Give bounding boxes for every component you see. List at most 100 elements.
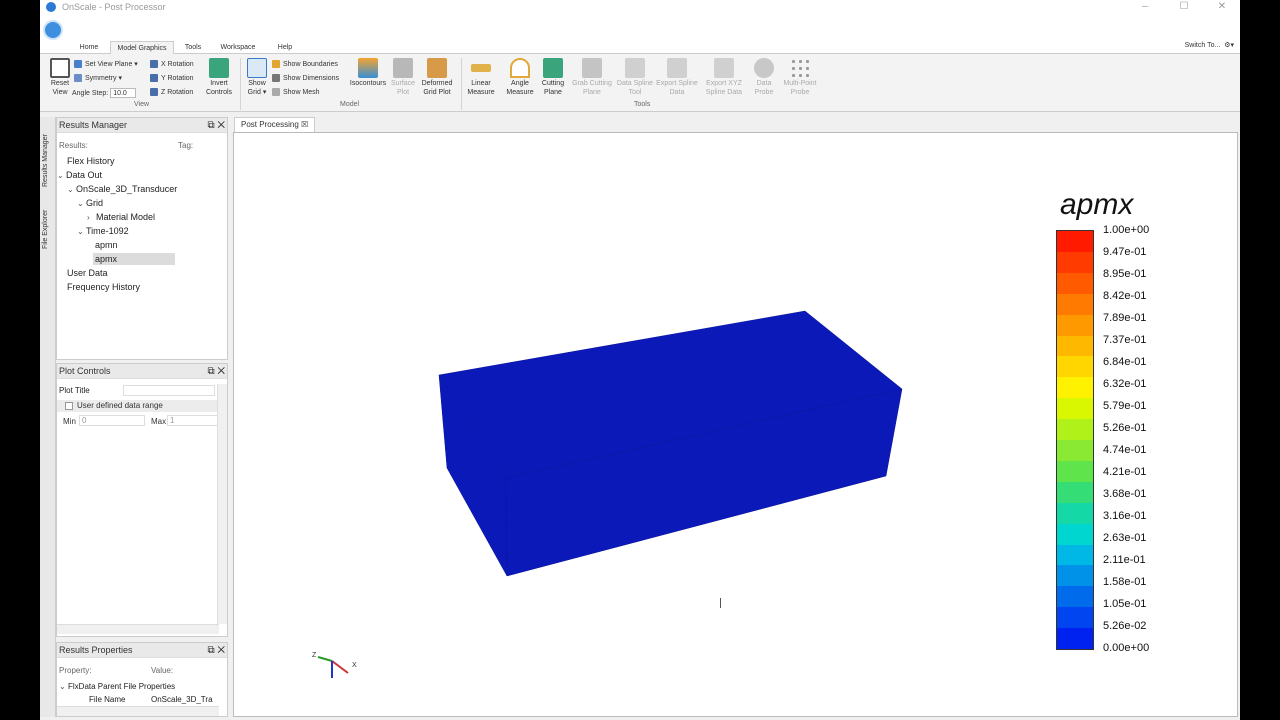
properties-h-scrollbar[interactable]	[57, 706, 219, 716]
symmetry-button[interactable]: Symmetry ▾	[74, 74, 122, 82]
side-tab-results-manager[interactable]: Results Manager	[42, 134, 49, 187]
user-range-checkbox[interactable]	[65, 402, 73, 410]
chevron-down-icon[interactable]: ⌄	[67, 184, 76, 196]
settings-gear-icon[interactable]: ⚙▾	[1222, 42, 1234, 49]
isocontours-icon	[358, 58, 378, 78]
legend-color-bar	[1056, 230, 1094, 650]
isocontours-button[interactable]: Isocontours	[348, 58, 388, 88]
z-rotation-button[interactable]: Z Rotation	[150, 88, 193, 96]
onscale-logo-icon	[46, 2, 56, 12]
panel-close-icon[interactable]: ✕	[217, 120, 225, 131]
surface-plot-label: Surface Plot	[390, 80, 416, 96]
switch-to-label: Switch To...	[1184, 42, 1221, 49]
plot-title-input[interactable]	[123, 385, 215, 396]
float-icon[interactable]: ⧉	[207, 366, 214, 377]
tab-close-icon[interactable]: ☒	[301, 120, 308, 129]
switch-to-menu[interactable]: Switch To... ⚙▾	[1185, 41, 1234, 49]
z-rotation-icon	[150, 88, 158, 96]
close-button[interactable]: ✕	[1204, 0, 1240, 14]
x-rotation-button[interactable]: X Rotation	[150, 60, 194, 68]
linear-measure-button[interactable]: Linear Measure	[464, 58, 498, 97]
deformed-grid-plot-button[interactable]: Deformed Grid Plot	[418, 58, 456, 97]
plot-controls-h-scrollbar[interactable]	[57, 624, 219, 634]
panel-close-icon[interactable]: ✕	[217, 645, 225, 656]
float-icon[interactable]: ⧉	[207, 645, 214, 656]
tree-item-model[interactable]: ⌄ OnScale_3D_Transducer	[67, 183, 177, 195]
tab-workspace[interactable]: Workspace	[216, 41, 260, 54]
tree-label: OnScale_3D_Transducer	[76, 184, 178, 194]
grab-cutting-plane-icon	[582, 58, 602, 78]
z-rotation-label: Z Rotation	[161, 88, 194, 96]
boundaries-icon	[272, 60, 280, 68]
tree-label: Time-1092	[86, 226, 129, 236]
legend-tick-label: 5.79e-01	[1103, 400, 1147, 412]
tree-item-time[interactable]: ⌄ Time-1092	[77, 225, 129, 237]
column-value: Value:	[151, 666, 174, 675]
export-xyz-spline-data-button[interactable]: Export XYZ Spline Data	[702, 58, 746, 97]
window-title: OnScale - Post Processor	[62, 2, 166, 12]
ribbon-separator	[461, 58, 462, 110]
angle-measure-button[interactable]: Angle Measure	[503, 58, 537, 97]
chevron-down-icon[interactable]: ⌄	[77, 226, 86, 238]
tree-item-material-model[interactable]: › Material Model	[87, 211, 155, 223]
data-probe-button[interactable]: Data Probe	[749, 58, 779, 97]
mouse-cursor	[720, 598, 726, 608]
data-spline-tool-label: Data Spline Tool	[616, 80, 654, 96]
tab-home[interactable]: Home	[74, 41, 104, 54]
tree-item-flex-history[interactable]: Flex History	[67, 155, 115, 167]
side-tab-file-explorer[interactable]: File Explorer	[42, 210, 49, 249]
panel-close-icon[interactable]: ✕	[217, 366, 225, 377]
symmetry-label: Symmetry ▾	[85, 75, 122, 82]
data-spline-tool-button[interactable]: Data Spline Tool	[616, 58, 654, 97]
show-mesh-button[interactable]: Show Mesh	[272, 88, 320, 96]
tree-item-frequency-history[interactable]: Frequency History	[67, 281, 140, 293]
legend-color-segment	[1057, 502, 1093, 525]
minimize-button[interactable]: –	[1127, 0, 1163, 14]
set-view-plane-button[interactable]: Set View Plane ▾	[74, 60, 138, 68]
tree-item-grid[interactable]: ⌄ Grid	[77, 197, 103, 209]
tab-post-processing[interactable]: Post Processing ☒	[234, 117, 316, 132]
tab-tools[interactable]: Tools	[180, 41, 206, 54]
chevron-down-icon[interactable]: ⌄	[59, 681, 68, 693]
legend-color-segment	[1057, 272, 1093, 295]
chevron-right-icon[interactable]: ›	[87, 212, 96, 224]
show-grid-button[interactable]: Show Grid ▾	[244, 58, 270, 97]
tree-item-user-data[interactable]: User Data	[67, 267, 108, 279]
grab-cutting-plane-button[interactable]: Grab Cutting Plane	[570, 58, 614, 97]
axis-label-z: Z	[312, 652, 317, 659]
reset-view-button[interactable]: Reset View	[45, 58, 75, 97]
maximize-button[interactable]: ☐	[1166, 0, 1202, 14]
cutting-plane-button[interactable]: Cutting Plane	[538, 58, 568, 97]
chevron-down-icon[interactable]: ⌄	[57, 170, 66, 182]
float-icon[interactable]: ⧉	[207, 120, 214, 131]
surface-plot-button[interactable]: Surface Plot	[389, 58, 417, 97]
tree-item-data-out[interactable]: ⌄ Data Out	[57, 169, 102, 181]
chevron-down-icon[interactable]: ⌄	[77, 198, 86, 210]
tree-item-apmn[interactable]: apmn	[95, 239, 118, 251]
y-rotation-button[interactable]: Y Rotation	[150, 74, 194, 82]
property-group[interactable]: ⌄ FlxData Parent File Properties	[59, 681, 175, 693]
min-input[interactable]: 0	[79, 415, 145, 426]
y-rotation-icon	[150, 74, 158, 82]
ruler-icon	[471, 64, 491, 72]
ribbon-separator	[240, 58, 241, 110]
multi-point-probe-button[interactable]: Multi-Point Probe	[780, 58, 820, 97]
plot-controls-scrollbar[interactable]	[217, 384, 227, 624]
legend-tick-label: 3.68e-01	[1103, 488, 1147, 500]
tab-help[interactable]: Help	[272, 41, 298, 54]
export-spline-data-button[interactable]: Export Spline Data	[655, 58, 699, 97]
tree-label: Grid	[86, 198, 104, 208]
show-dimensions-button[interactable]: Show Dimensions	[272, 74, 339, 82]
column-tag: Tag:	[178, 141, 194, 150]
show-boundaries-button[interactable]: Show Boundaries	[272, 60, 338, 68]
plot-controls-panel: Plot Controls ⧉ ✕ Plot Title User define…	[56, 363, 228, 637]
angle-step-input[interactable]: 10.0	[110, 88, 137, 98]
application-menu-button[interactable]	[43, 20, 63, 40]
invert-controls-button[interactable]: Invert Controls	[202, 58, 236, 97]
column-property: Property:	[59, 666, 92, 675]
tree-item-apmx[interactable]: apmx	[93, 253, 175, 265]
tree-label: Material Model	[96, 212, 156, 222]
quick-access-toolbar	[40, 14, 1240, 40]
legend-tick-label: 7.89e-01	[1103, 312, 1147, 324]
tab-model-graphics[interactable]: Model Graphics	[110, 41, 174, 54]
